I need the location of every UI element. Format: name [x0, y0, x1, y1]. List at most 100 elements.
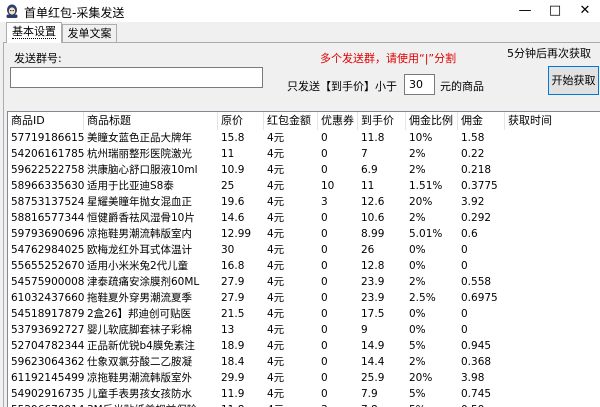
table-row[interactable]: 610324376607 拖鞋夏外穿男潮流夏季 27.9 4元 0 23.9 2.5% 0.6…: [8, 290, 600, 306]
col-red-packet-header[interactable]: 红包金额: [264, 112, 318, 130]
table-row[interactable]: 556552526702 适用小米米兔2代儿童 16.8 4元 0 12.8 0% 0: [8, 258, 600, 274]
col-final-price-cell: 26: [361, 244, 375, 256]
minimize-button[interactable]: —: [510, 0, 540, 22]
col-coupon-cell: 0: [321, 276, 328, 288]
col-final-price-cell: 11: [361, 180, 375, 192]
col-product-id-cell: 537936927274: [11, 324, 84, 336]
table-row[interactable]: 588165773440 恒健爵香祛风湿骨10片 14.6 4元 0 10.6 2% 0.29…: [8, 210, 600, 226]
col-commission-rate-cell: 5%: [409, 340, 426, 352]
col-commission-cell: 0.6: [461, 228, 478, 240]
col-commission-cell: 0: [461, 260, 468, 272]
tab-basic-settings[interactable]: 基本设置: [6, 22, 62, 43]
col-commission-cell: 0.59: [458, 402, 505, 407]
table-row[interactable]: 545189178793 2盒26】邦迪创可贴医 21.5 4元 0 17.5 0% 0: [8, 306, 600, 322]
col-coupon-cell: 0: [321, 244, 328, 256]
table-row[interactable]: 542061617851 杭州瑞丽整形医院激光 11 4元 0 7 2% 0.22: [8, 146, 600, 162]
col-red-packet-cell: 4元: [267, 196, 285, 208]
col-commission-rate-cell: 10%: [409, 132, 433, 144]
col-commission-cell: 0.558: [461, 276, 492, 288]
col-fetch-time-cell: [505, 402, 600, 407]
col-product-id-cell: 597936906964: [11, 228, 84, 240]
table-row[interactable]: 547629840254 欧梅龙红外耳式体温计 30 4元 0 26 0% 0: [8, 242, 600, 258]
col-final-price-header[interactable]: 到手价: [358, 112, 406, 130]
col-final-price-cell: 12.6: [361, 196, 385, 208]
col-commission-rate-header[interactable]: 佣金比例: [406, 112, 458, 130]
col-commission-cell: 3.98: [461, 372, 485, 384]
col-coupon-cell: 0: [321, 132, 328, 144]
col-coupon-header[interactable]: 优惠券: [318, 112, 358, 130]
col-original-price-header[interactable]: 原价: [218, 112, 264, 130]
app-icon: [6, 4, 18, 18]
table-row[interactable]: 545759000089 津泰疏痛安涂膜剂60ML 27.9 4元 0 23.9 2% 0.5…: [8, 274, 600, 290]
col-commission-rate-cell: 5.01%: [409, 228, 443, 240]
col-original-price-cell: 19.6: [221, 196, 245, 208]
col-commission-rate-cell: 0%: [409, 308, 426, 320]
interval-label: 5分钟后再次获取: [507, 47, 591, 60]
col-title-cell: 恒健爵香祛风湿骨10片: [87, 212, 195, 224]
col-commission-rate-cell: 5%: [406, 402, 458, 407]
col-fetch-time-cell: [505, 338, 600, 354]
table-row[interactable]: 589663356301 适用于比亚迪S8泰 25 4元 10 11 1.51% 0.3775: [8, 178, 600, 194]
table-row[interactable]: 597936906964 凉拖鞋男潮流韩版室内 12.99 4元 0 8.99 5.01% 0…: [8, 226, 600, 242]
col-product-id-cell: 588165773440: [11, 212, 84, 224]
col-red-packet-cell: 4元: [267, 388, 285, 400]
maximize-button[interactable]: □: [540, 0, 570, 22]
col-product-id-cell: 545189178793: [11, 308, 84, 320]
col-title-header[interactable]: 商品标题: [84, 112, 218, 130]
col-product-id-cell: 610324376607: [11, 292, 84, 304]
col-original-price-cell: 30: [221, 244, 235, 256]
col-coupon-cell: 0: [321, 356, 328, 368]
col-title-cell: 婴儿软底脚套袜子彩棉: [87, 324, 192, 336]
col-fetch-time-header[interactable]: 获取时间: [505, 112, 600, 130]
col-original-price-cell: 11: [221, 148, 235, 160]
table-row[interactable]: 577191866156 美瞳女蓝色正品大牌年 15.8 4元 0 11.8 10% 1.58: [8, 130, 600, 146]
col-commission-cell: 0.292: [461, 212, 492, 224]
col-product-id-cell: 542061617851: [11, 148, 84, 160]
table-header: 商品ID 商品标题 原价 红包金额 优惠券 到手价 佣金比例 佣金 获取时间: [8, 112, 600, 130]
product-table[interactable]: 商品ID 商品标题 原价 红包金额 优惠券 到手价 佣金比例 佣金 获取时间 577191866…: [7, 111, 600, 407]
col-coupon-cell: 0: [321, 212, 328, 224]
col-title-cell: 仕象双氯芬酸二乙胺凝: [87, 356, 192, 368]
col-commission-header[interactable]: 佣金: [458, 112, 505, 130]
col-product-id-header[interactable]: 商品ID: [8, 112, 84, 130]
table-row[interactable]: 611921454994 凉拖鞋男潮流韩版室外 29.9 4元 0 25.9 20% 3.98: [8, 370, 600, 386]
col-title-cell: 美瞳女蓝色正品大牌年: [87, 132, 192, 144]
col-fetch-time-cell: [505, 290, 600, 306]
col-product-id-cell: 556552526702: [11, 260, 84, 272]
col-commission-rate-cell: 20%: [409, 372, 433, 384]
col-fetch-time-cell: [505, 306, 600, 322]
col-product-id-cell: 587531375249: [11, 196, 84, 208]
multi-group-hint: 多个发送群，请使用“|”分割: [320, 52, 457, 65]
col-coupon-cell: 0: [321, 292, 328, 304]
col-commission-rate-cell: 5%: [409, 388, 426, 400]
tab-post-copy[interactable]: 发单文案: [62, 24, 117, 43]
close-button[interactable]: ✕: [570, 0, 600, 22]
col-fetch-time-cell: [505, 242, 600, 258]
col-title-cell: 星耀美瞳年抛女混血正: [87, 196, 192, 208]
table-row[interactable]: 596225227581 洪康脑心舒口服液10ml 10.9 4元 0 6.9 2% 0.21…: [8, 162, 600, 178]
col-commission-rate-cell: 20%: [409, 196, 433, 208]
col-final-price-cell: 11.8: [361, 132, 385, 144]
table-row[interactable]: 5529667091443M反光贴纸美规前保险11.84元37.85%0.59: [8, 402, 600, 407]
col-product-id-cell: 549029167350: [11, 388, 84, 400]
col-original-price-cell: 18.4: [221, 356, 245, 368]
title-bar: 首单红包-采集发送 — □ ✕: [0, 0, 600, 22]
col-final-price-cell: 12.8: [361, 260, 385, 272]
start-fetch-button[interactable]: 开始获取: [548, 66, 599, 95]
price-threshold-input[interactable]: 30: [404, 74, 435, 95]
table-row[interactable]: 527047823447 正品新优锐b4膜免素注 18.9 4元 0 14.9 5% 0.94…: [8, 338, 600, 354]
groups-input[interactable]: [10, 67, 263, 88]
col-commission-rate-cell: 2%: [409, 276, 426, 288]
col-original-price-cell: 29.9: [221, 372, 245, 384]
col-coupon-cell: 0: [321, 340, 328, 352]
table-row[interactable]: 537936927274 婴儿软底脚套袜子彩棉 13 4元 0 9 0% 0: [8, 322, 600, 338]
col-fetch-time-cell: [505, 322, 600, 338]
col-coupon-cell: 0: [321, 260, 328, 272]
col-fetch-time-cell: [505, 354, 600, 370]
col-red-packet-cell: 4元: [267, 340, 285, 352]
table-row[interactable]: 549029167350 儿童手表男孩女孩防水 11.9 4元 0 7.9 5% 0.745: [8, 386, 600, 402]
table-row[interactable]: 587531375249 星耀美瞳年抛女混血正 19.6 4元 3 12.6 20% 3.92: [8, 194, 600, 210]
table-row[interactable]: 596230643625 仕象双氯芬酸二乙胺凝 18.4 4元 0 14.4 2% 0.368: [8, 354, 600, 370]
col-product-id-cell: 577191866156: [11, 132, 84, 144]
col-commission-rate-cell: 2.5%: [409, 292, 436, 304]
